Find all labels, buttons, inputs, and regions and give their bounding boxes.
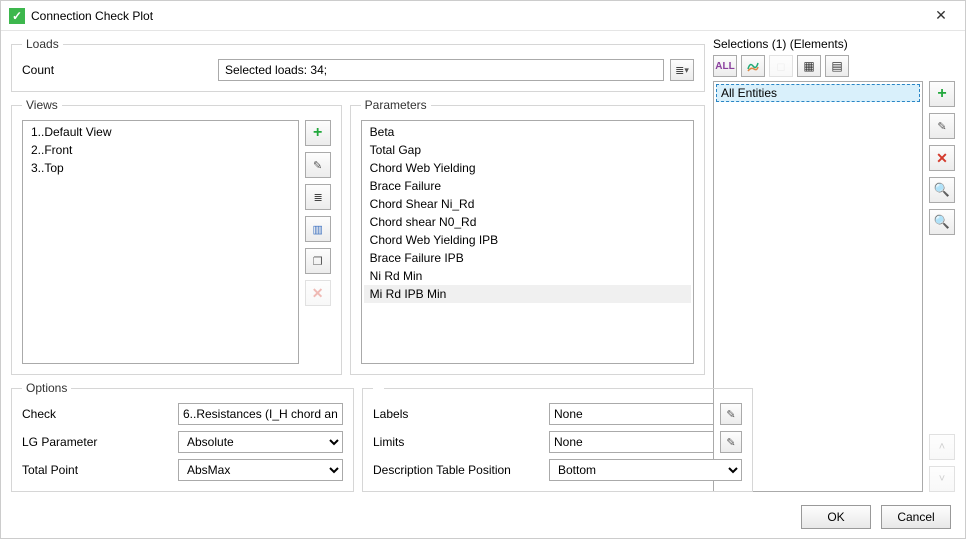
selection-entry[interactable]: All Entities	[716, 84, 920, 102]
total-label: Total Point	[22, 463, 172, 477]
options-group: Options Check LG Parameter Absolute Tota…	[11, 381, 354, 492]
parameter-item[interactable]: Beta	[364, 123, 691, 141]
loads-value-field[interactable]: Selected loads: 34;	[218, 59, 664, 81]
views-add-button[interactable]: +	[305, 120, 331, 146]
display-group: . Labels ✎ Limits ✎ Description Table Po…	[362, 381, 753, 492]
pencil-icon: ✎	[313, 159, 322, 172]
parameters-list[interactable]: Beta Total Gap Chord Web Yielding Brace …	[361, 120, 694, 364]
limits-edit-button[interactable]: ✎	[720, 431, 742, 453]
selection-zoom-button[interactable]: 🔍	[929, 177, 955, 203]
contour-icon	[746, 59, 760, 73]
title-bar: ✓ Connection Check Plot ✕	[1, 1, 965, 31]
views-item[interactable]: 3..Top	[25, 159, 296, 177]
views-toolbar-button-1[interactable]: ▥	[305, 216, 331, 242]
parameter-item[interactable]: Brace Failure	[364, 177, 691, 195]
blank-icon: ◻	[776, 60, 785, 73]
loads-group: Loads Count Selected loads: 34; ≣ ▾	[11, 37, 705, 92]
loads-list-button[interactable]: ≣ ▾	[670, 59, 694, 81]
labels-label: Labels	[373, 407, 543, 421]
views-legend: Views	[22, 98, 62, 112]
parameter-item[interactable]: Chord shear N0_Rd	[364, 213, 691, 231]
pencil-icon: ✎	[726, 408, 735, 421]
cancel-button[interactable]: Cancel	[881, 505, 951, 529]
all-icon: ALL	[715, 61, 734, 72]
views-edit-button[interactable]: ✎	[305, 152, 331, 178]
selection-add-button[interactable]: +	[929, 81, 955, 107]
check-select[interactable]	[178, 403, 343, 425]
grid-icon: ▦	[803, 59, 814, 73]
options-legend: Options	[22, 381, 71, 395]
labels-edit-button[interactable]: ✎	[720, 403, 742, 425]
selections-table-button[interactable]: ▤	[825, 55, 849, 77]
parameter-item[interactable]: Chord Web Yielding IPB	[364, 231, 691, 249]
selection-edit-button[interactable]: ✎	[929, 113, 955, 139]
window-title: Connection Check Plot	[31, 9, 925, 23]
app-check-icon: ✓	[9, 8, 25, 24]
table-icon: ▤	[831, 59, 842, 73]
copy-icon: ❐	[313, 255, 323, 268]
desc-label: Description Table Position	[373, 463, 543, 477]
bars-icon: ▥	[312, 223, 322, 236]
magnifier-icon: 🔍	[934, 182, 950, 198]
lg-label: LG Parameter	[22, 435, 172, 449]
loads-count-label: Count	[22, 63, 212, 77]
parameter-item[interactable]: Brace Failure IPB	[364, 249, 691, 267]
selections-header: Selections (1) (Elements)	[713, 37, 955, 51]
views-copy-button[interactable]: ❐	[305, 248, 331, 274]
x-icon: ✕	[312, 285, 324, 302]
chevron-up-icon: ˄	[939, 441, 945, 453]
limits-field[interactable]	[549, 431, 714, 453]
parameter-item[interactable]: Mi Rd IPB Min	[364, 285, 691, 303]
magnifier-green-icon: 🔍	[934, 214, 950, 230]
parameter-item[interactable]: Ni Rd Min	[364, 267, 691, 285]
selections-contour-button[interactable]	[741, 55, 765, 77]
loads-legend: Loads	[22, 37, 63, 51]
parameter-item[interactable]: Chord Shear Ni_Rd	[364, 195, 691, 213]
x-icon: ✕	[936, 150, 948, 167]
total-select[interactable]: AbsMax	[178, 459, 343, 481]
selections-disabled-button[interactable]: ◻	[769, 55, 793, 77]
selections-all-button[interactable]: ALL	[713, 55, 737, 77]
check-label: Check	[22, 407, 172, 421]
close-button[interactable]: ✕	[925, 4, 957, 28]
parameter-item[interactable]: Total Gap	[364, 141, 691, 159]
views-group: Views 1..Default View 2..Front 3..Top + …	[11, 98, 342, 375]
pencil-icon: ✎	[937, 120, 946, 133]
lg-select[interactable]: Absolute	[178, 431, 343, 453]
dialog-footer: OK Cancel	[1, 496, 965, 538]
ok-button[interactable]: OK	[801, 505, 871, 529]
plus-icon: +	[937, 85, 946, 103]
selection-remove-button[interactable]: ✕	[929, 145, 955, 171]
selection-move-down-button[interactable]: ˅	[929, 466, 955, 492]
selections-grid-button[interactable]: ▦	[797, 55, 821, 77]
plus-icon: +	[313, 124, 322, 142]
reorder-icon: ≣	[314, 191, 322, 204]
loads-value-text: Selected loads: 34;	[225, 63, 327, 77]
parameters-legend: Parameters	[361, 98, 431, 112]
pencil-icon: ✎	[726, 436, 735, 449]
list-icon: ≣	[675, 64, 683, 77]
chevron-down-icon: ˅	[939, 473, 945, 485]
views-delete-button[interactable]: ✕	[305, 280, 331, 306]
limits-label: Limits	[373, 435, 543, 449]
views-reorder-button[interactable]: ≣	[305, 184, 331, 210]
selection-zoom-all-button[interactable]: 🔍	[929, 209, 955, 235]
desc-select[interactable]: Bottom	[549, 459, 742, 481]
parameters-group: Parameters Beta Total Gap Chord Web Yiel…	[350, 98, 705, 375]
views-item[interactable]: 1..Default View	[25, 123, 296, 141]
selection-move-up-button[interactable]: ˄	[929, 434, 955, 460]
chevron-down-icon: ▾	[684, 65, 689, 76]
views-list[interactable]: 1..Default View 2..Front 3..Top	[22, 120, 299, 364]
parameter-item[interactable]: Chord Web Yielding	[364, 159, 691, 177]
views-item[interactable]: 2..Front	[25, 141, 296, 159]
labels-field[interactable]	[549, 403, 714, 425]
